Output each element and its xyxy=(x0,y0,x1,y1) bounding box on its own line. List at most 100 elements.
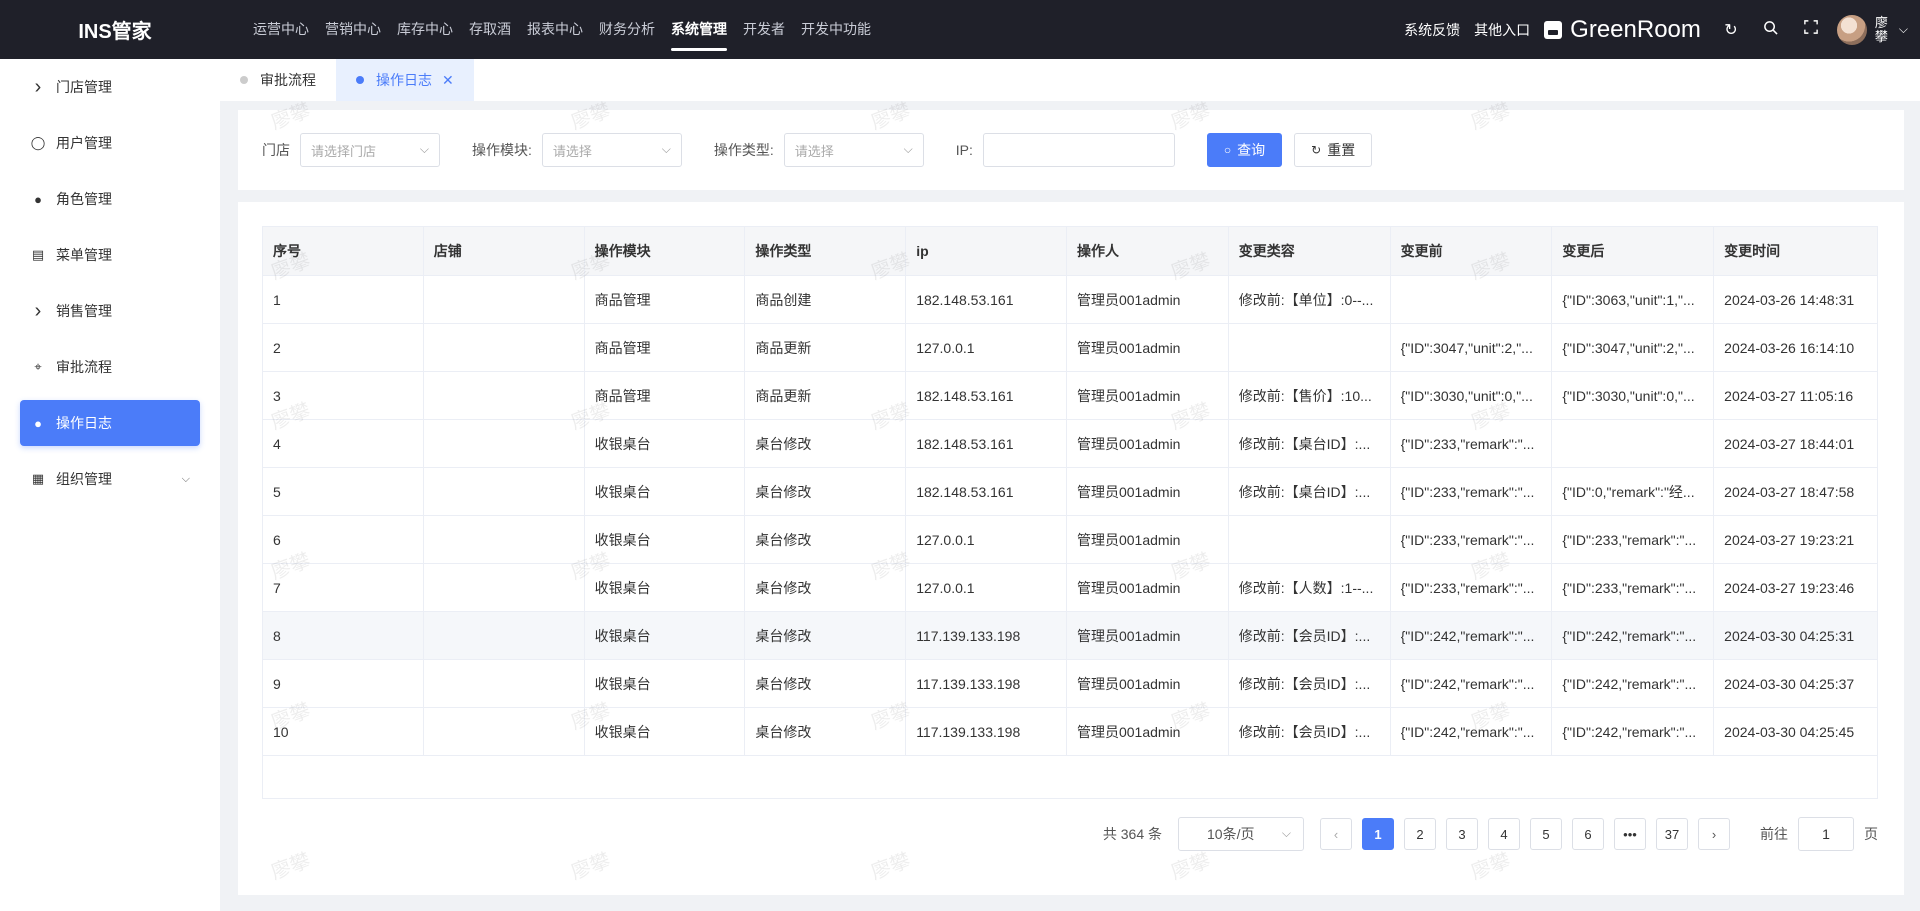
table-row[interactable]: 3 商品管理 商品更新 182.148.53.161 管理员001admin 修改前:【售… xyxy=(263,371,1877,419)
user-name[interactable]: 廖攀 xyxy=(1875,15,1893,44)
sidebar-item[interactable]: ◯ 用户管理 xyxy=(20,120,200,166)
table-cell: 117.139.133.198 xyxy=(906,612,1067,659)
avatar[interactable] xyxy=(1836,14,1867,45)
sidebar-item[interactable]: ● 角色管理 xyxy=(20,176,200,222)
tab-approval[interactable]: 审批流程 xyxy=(220,59,336,101)
column-header[interactable]: 变更前 xyxy=(1391,227,1553,275)
goto-page: 前往 1 页 xyxy=(1760,817,1878,851)
column-header[interactable]: 序号 xyxy=(263,227,424,275)
next-page-button[interactable]: › xyxy=(1698,818,1730,850)
page-button[interactable]: 6 xyxy=(1572,818,1604,850)
table-cell-text: 10 xyxy=(273,723,289,740)
top-nav-item[interactable]: 存取酒 xyxy=(461,0,519,59)
page-button[interactable]: 5 xyxy=(1530,818,1562,850)
top-nav-item[interactable]: 报表中心 xyxy=(519,0,591,59)
table-cell: 117.139.133.198 xyxy=(906,708,1067,755)
top-nav-item[interactable]: 系统管理 xyxy=(663,0,735,59)
column-header[interactable]: 变更时间 xyxy=(1714,227,1877,275)
column-header[interactable]: 变更后 xyxy=(1552,227,1715,275)
more-pages-button[interactable]: ••• xyxy=(1614,818,1646,850)
table-cell: 7 xyxy=(263,564,424,611)
top-nav-item[interactable]: 库存中心 xyxy=(389,0,461,59)
page-button[interactable]: 4 xyxy=(1488,818,1520,850)
table-cell: 桌台修改 xyxy=(745,612,907,659)
table-cell-text: 2 xyxy=(273,339,281,356)
tab-operation-log[interactable]: 操作日志 ✕ xyxy=(336,59,474,101)
top-nav-item[interactable]: 财务分析 xyxy=(591,0,663,59)
top-nav-item[interactable]: 营销中心 xyxy=(317,0,389,59)
table-cell-text: 2024-03-27 19:23:21 xyxy=(1724,531,1855,548)
table-row[interactable]: 7 收银桌台 桌台修改 127.0.0.1 管理员001admin 修改前:【人数】:1-… xyxy=(263,563,1877,611)
app-logo[interactable]: INS管家 xyxy=(0,15,230,44)
table-cell: 商品管理 xyxy=(585,276,746,323)
page-button[interactable]: 2 xyxy=(1404,818,1436,850)
ip-input[interactable] xyxy=(982,133,1175,167)
table-row[interactable]: 4 收银桌台 桌台修改 182.148.53.161 管理员001admin 修改前:【桌… xyxy=(263,419,1877,467)
query-button[interactable]: ○ 查询 xyxy=(1206,133,1283,167)
table-cell: 商品管理 xyxy=(585,372,746,419)
page-button[interactable]: 1 xyxy=(1362,818,1394,850)
chevron-down-icon[interactable]: ⌵ xyxy=(1899,22,1908,37)
table-cell xyxy=(424,420,585,467)
page-button[interactable]: 3 xyxy=(1446,818,1478,850)
table-row[interactable]: 6 收银桌台 桌台修改 127.0.0.1 管理员001admin {"ID":233,"… xyxy=(263,515,1877,563)
module-select[interactable]: 请选择 ⌵ xyxy=(541,133,682,167)
table-cell xyxy=(424,468,585,515)
type-select[interactable]: 请选择 ⌵ xyxy=(783,133,924,167)
page-list: 1 2 3 4 5 6 ••• 37 xyxy=(1362,818,1698,850)
table-cell: 收银桌台 xyxy=(585,612,746,659)
fullscreen-icon[interactable] xyxy=(1791,20,1831,39)
top-nav-item[interactable]: 运营中心 xyxy=(245,0,317,59)
table-cell-text: 桌台修改 xyxy=(755,531,812,548)
store-select[interactable]: 请选择门店 ⌵ xyxy=(300,133,440,167)
column-header[interactable]: 操作类型 xyxy=(745,227,907,275)
sidebar: › 门店管理 ◯ 用户管理 ● 角色管理 ▤ 菜单管理 › 销售管理 ⌖ 审批流程 ● 操作日志 ▦ 组织管理… xyxy=(0,59,220,911)
tab-label: 审批流程 xyxy=(260,72,316,88)
search-icon[interactable] xyxy=(1751,20,1791,40)
document-icon: ▤ xyxy=(31,247,45,262)
column-header[interactable]: 店铺 xyxy=(424,227,585,275)
column-header[interactable]: 操作模块 xyxy=(585,227,746,275)
sidebar-item[interactable]: › 销售管理 xyxy=(20,288,200,334)
goto-page-input[interactable]: 1 xyxy=(1798,817,1854,851)
sidebar-item[interactable]: ▦ 组织管理 ⌵ xyxy=(20,456,200,502)
page-size-select[interactable]: 10条/页 ⌵ xyxy=(1178,817,1304,851)
table-cell: {"ID":233,"remark":"... xyxy=(1552,564,1715,611)
table-cell-text: {"ID":233,"remark":"... xyxy=(1400,435,1535,452)
reset-button-label: 重置 xyxy=(1327,142,1356,158)
table-row[interactable]: 5 收银桌台 桌台修改 182.148.53.161 管理员001admin 修改前:【桌… xyxy=(263,467,1877,515)
reset-button[interactable]: ↻ 重置 xyxy=(1294,133,1373,167)
page-button[interactable]: 37 xyxy=(1656,818,1688,850)
store-switcher[interactable]: GreenRoom xyxy=(1544,16,1701,44)
table-cell: 收银桌台 xyxy=(585,468,746,515)
table-row[interactable]: 2 商品管理 商品更新 127.0.0.1 管理员001admin {"ID":3047,… xyxy=(263,323,1877,371)
table-row[interactable]: 8 收银桌台 桌台修改 117.139.133.198 管理员001admin 修改前:【… xyxy=(263,611,1877,659)
refresh-icon[interactable]: ↻ xyxy=(1711,20,1751,40)
top-nav: 运营中心 营销中心 库存中心 存取酒 报表中心 财务分析 系统管理 开发者 开发中功能 xyxy=(245,0,879,59)
sidebar-item[interactable]: › 门店管理 xyxy=(20,64,200,110)
close-icon[interactable]: ✕ xyxy=(442,72,454,89)
table-row[interactable]: 10 收银桌台 桌台修改 117.139.133.198 管理员001admin 修改前:… xyxy=(263,707,1877,755)
top-nav-item[interactable]: 开发中功能 xyxy=(793,0,879,59)
tab-dot xyxy=(240,76,248,84)
chevron-right-icon: › xyxy=(34,299,42,322)
table-cell-text: 收银桌台 xyxy=(594,531,651,548)
table-cell-text: 商品管理 xyxy=(594,291,651,308)
sidebar-item[interactable]: ● 操作日志 xyxy=(20,400,200,446)
table-cell-text: 182.148.53.161 xyxy=(916,291,1014,308)
column-header[interactable]: 操作人 xyxy=(1067,227,1229,275)
table-row[interactable]: 9 收银桌台 桌台修改 117.139.133.198 管理员001admin 修改前:【… xyxy=(263,659,1877,707)
table-cell: 2024-03-27 18:47:58 xyxy=(1714,468,1877,515)
feedback-link[interactable]: 系统反馈 xyxy=(1404,20,1460,40)
sidebar-item-label: 用户管理 xyxy=(56,135,112,151)
table-row[interactable]: 1 商品管理 商品创建 182.148.53.161 管理员001admin 修改前:【单… xyxy=(263,275,1877,323)
prev-page-button[interactable]: ‹ xyxy=(1320,818,1352,850)
sidebar-item[interactable]: ▤ 菜单管理 xyxy=(20,232,200,278)
column-header[interactable]: 变更类容 xyxy=(1229,227,1391,275)
top-nav-item[interactable]: 开发者 xyxy=(735,0,793,59)
table-cell xyxy=(1552,420,1715,467)
other-entry-link[interactable]: 其他入口 xyxy=(1474,20,1530,40)
sidebar-item-label: 组织管理 xyxy=(56,471,112,487)
sidebar-item[interactable]: ⌖ 审批流程 xyxy=(20,344,200,390)
column-header[interactable]: ip xyxy=(906,227,1067,275)
